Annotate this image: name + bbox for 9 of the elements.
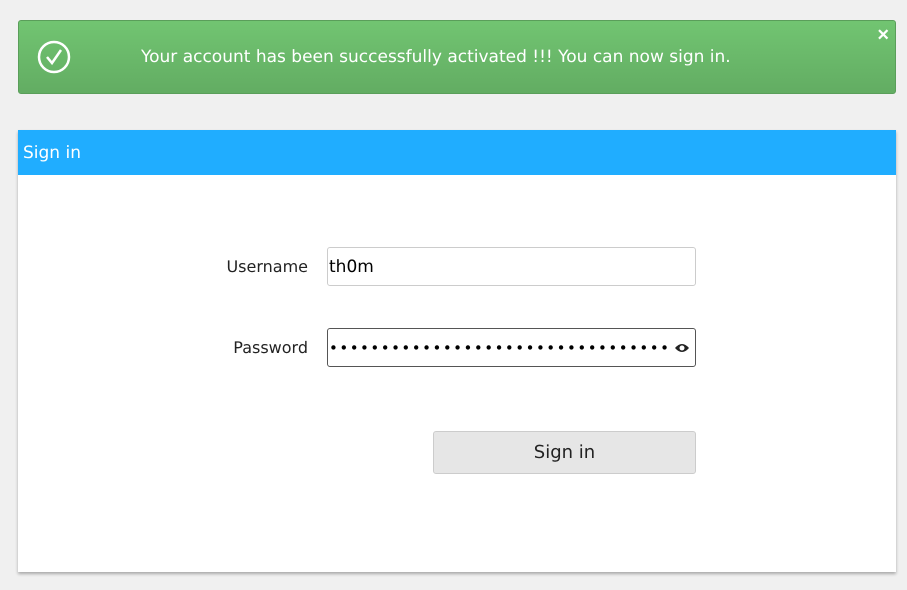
field-label: Password — [232, 338, 308, 357]
check-circle-icon — [37, 40, 71, 74]
username-field[interactable]: th0m — [327, 247, 696, 286]
eye-icon[interactable] — [674, 342, 690, 354]
field-label: Username — [225, 257, 308, 276]
password-field[interactable]: ••••••••••••••••••••••••••••••••• — [327, 328, 696, 367]
panel-title: Sign in — [18, 130, 896, 175]
sign-in-button[interactable]: Sign in — [433, 431, 696, 474]
alert-message: Your account has been successfully activated !!! You can now sign in. — [141, 47, 731, 67]
